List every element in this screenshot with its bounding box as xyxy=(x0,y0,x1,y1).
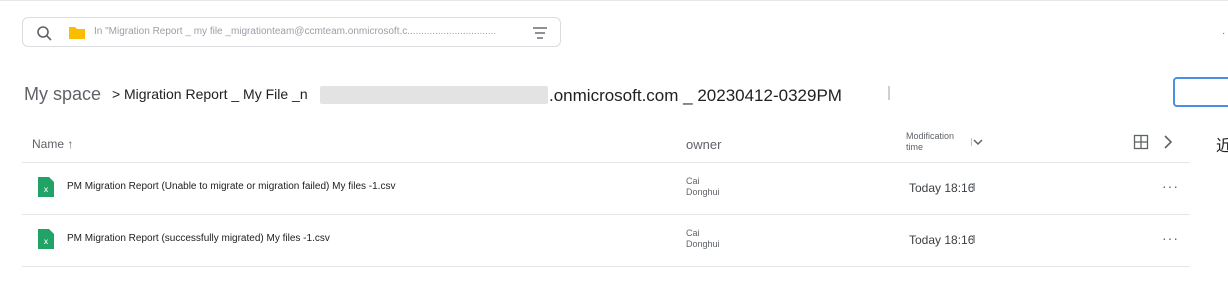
top-divider xyxy=(0,0,1228,1)
csv-file-icon: x xyxy=(38,177,54,197)
csv-file-icon: x xyxy=(38,229,54,249)
time-marker xyxy=(973,235,975,243)
breadcrumb-root[interactable]: My space xyxy=(24,84,101,105)
breadcrumb-end-mark xyxy=(888,86,890,100)
corner-mark-icon: · xyxy=(1222,28,1226,39)
table-row[interactable]: x PM Migration Report (successfully migr… xyxy=(22,214,1190,266)
svg-text:x: x xyxy=(44,185,49,194)
row-divider xyxy=(22,266,1190,267)
side-panel-label: 近 xyxy=(1216,138,1228,155)
column-header-owner[interactable]: owner xyxy=(686,137,721,152)
file-owner: Cai Donghui xyxy=(686,228,720,249)
breadcrumb-current-part-a: Migration Report _ My File _n xyxy=(124,86,308,102)
chevron-right-icon[interactable] xyxy=(1162,134,1174,150)
grid-view-icon[interactable] xyxy=(1133,134,1149,150)
column-header-name[interactable]: Name ↑ xyxy=(32,137,73,151)
time-marker xyxy=(973,183,975,191)
column-header-modification[interactable]: Modification time xyxy=(906,131,966,153)
file-owner: Cai Donghui xyxy=(686,176,720,197)
svg-text:x: x xyxy=(44,237,49,246)
search-scope-text[interactable]: In "Migration Report _ my file _migratio… xyxy=(94,26,514,37)
folder-icon xyxy=(69,27,85,39)
file-name[interactable]: PM Migration Report (successfully migrat… xyxy=(67,233,330,244)
table-row[interactable]: x PM Migration Report (Unable to migrate… xyxy=(22,162,1190,214)
file-modified: Today 18:16 xyxy=(909,233,975,247)
search-icon[interactable] xyxy=(35,24,53,42)
new-button[interactable] xyxy=(1173,77,1228,107)
search-bar[interactable]: In "Migration Report _ my file _migratio… xyxy=(22,17,561,47)
more-actions-icon[interactable]: ··· xyxy=(1162,178,1179,194)
filter-icon[interactable] xyxy=(532,25,548,41)
more-actions-icon[interactable]: ··· xyxy=(1162,230,1179,246)
file-modified: Today 18:16 xyxy=(909,181,975,195)
chevron-down-icon[interactable] xyxy=(971,137,983,147)
redacted-block xyxy=(320,86,548,104)
breadcrumb-separator: > xyxy=(112,86,121,102)
file-name[interactable]: PM Migration Report (Unable to migrate o… xyxy=(67,181,395,192)
breadcrumb-current-part-b: .onmicrosoft.com _ 20230412-0329PM xyxy=(549,86,842,105)
